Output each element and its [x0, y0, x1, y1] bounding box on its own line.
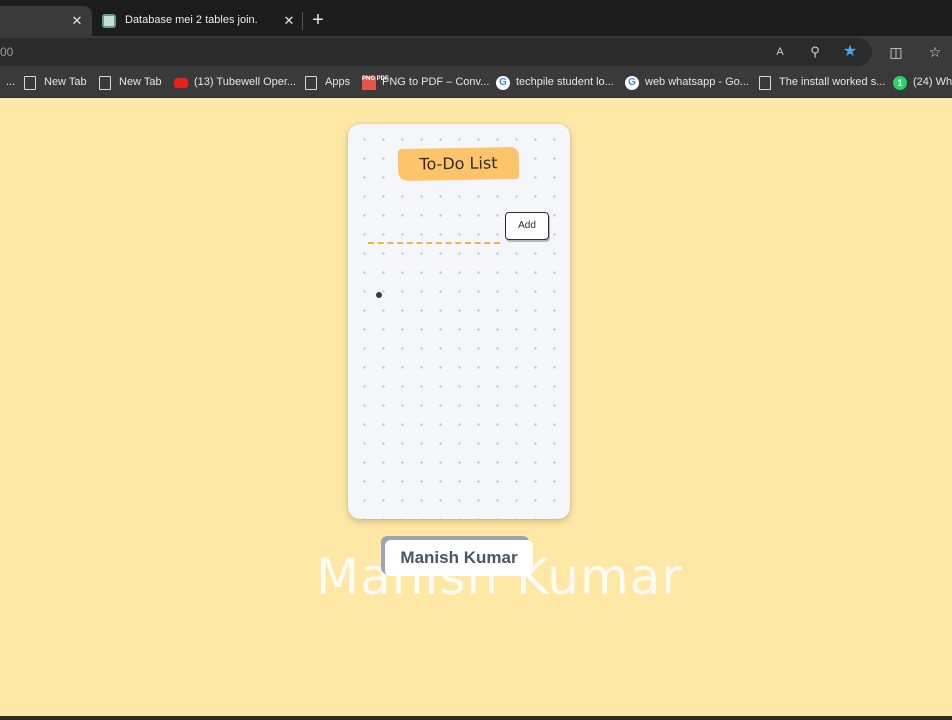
todo-title: To-Do List	[397, 146, 520, 182]
add-button[interactable]: Add	[505, 212, 549, 240]
list-bullet	[376, 292, 382, 298]
tab-database[interactable]: Database mei 2 tables join. ✕	[96, 6, 302, 36]
new-tab-button[interactable]: +	[307, 9, 329, 31]
todo-card: To-Do List Add	[348, 124, 570, 519]
doc-icon	[305, 76, 317, 90]
close-icon[interactable]: ✕	[280, 12, 298, 30]
google-icon: G	[496, 76, 510, 90]
close-icon[interactable]: ✕	[68, 12, 86, 30]
whatsapp-icon: 1	[893, 76, 907, 90]
favorite-star-icon[interactable]: ★	[841, 43, 859, 61]
youtube-icon	[174, 78, 188, 88]
tab-strip: ✕ Database mei 2 tables join. ✕ +	[0, 0, 952, 36]
zoom-icon[interactable]: ⚲	[806, 43, 824, 61]
task-input[interactable]	[368, 222, 500, 242]
read-aloud-icon[interactable]: A	[771, 43, 789, 61]
address-toolbar: 00 A ⚲ ★ ◫ ☆	[0, 36, 952, 68]
tab-title: Database mei 2 tables join.	[125, 14, 258, 26]
doc-icon	[759, 76, 771, 90]
bottom-edge	[0, 716, 952, 720]
page-viewport: To-Do List Add Manish Kumar Manish Kumar	[0, 98, 952, 716]
tab-active[interactable]: ✕	[0, 6, 92, 36]
task-input-underline	[368, 242, 500, 244]
pdf-icon: PNG PDF	[362, 76, 389, 90]
url-text[interactable]: 00	[0, 45, 13, 59]
favorites-icon[interactable]: ☆	[926, 43, 944, 61]
doc-icon	[24, 76, 36, 90]
address-bar[interactable]: 00 A ⚲ ★	[0, 38, 872, 66]
tab-separator	[302, 12, 303, 30]
chatgpt-icon	[102, 14, 116, 28]
split-screen-icon[interactable]: ◫	[887, 43, 905, 61]
name-tag: Manish Kumar	[385, 540, 533, 576]
bookmarks-bar: ... New Tab New Tab (13) Tubewell Oper..…	[0, 68, 952, 98]
doc-icon	[99, 76, 111, 90]
google-icon: G	[625, 76, 639, 90]
